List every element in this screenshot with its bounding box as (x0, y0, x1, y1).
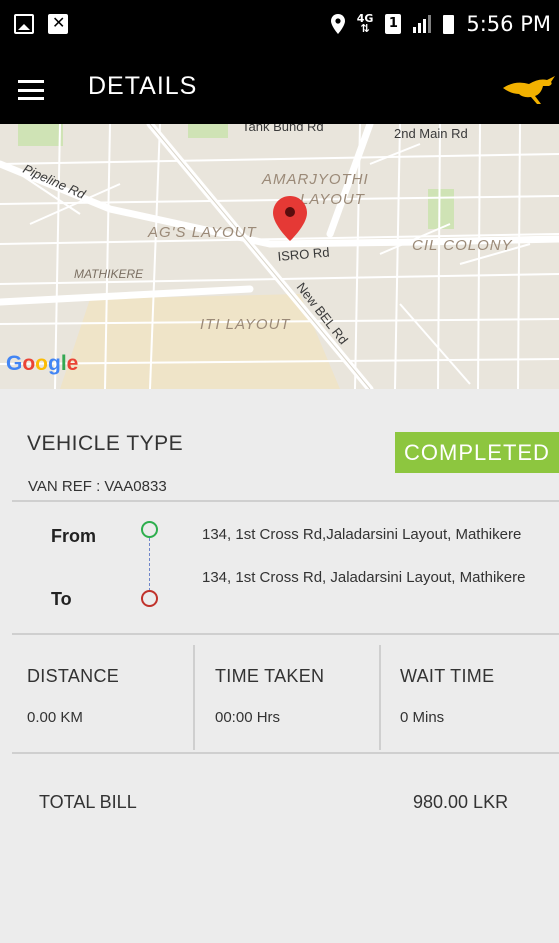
sim-icon: 1 (385, 14, 402, 34)
hamburger-menu-icon[interactable] (18, 80, 44, 100)
map-label: AG'S LAYOUT (147, 224, 257, 241)
status-bar: 4G⇅ 1 5:56 PM (0, 0, 559, 58)
map-label: MATHIKERE (74, 267, 144, 281)
gallery-notification-icon (14, 14, 34, 34)
map-park (18, 124, 63, 146)
to-label: To (51, 589, 72, 609)
status-badge: COMPLETED (395, 432, 559, 473)
to-address: 134, 1st Cross Rd, Jaladarsini Layout, M… (202, 569, 526, 586)
signal-strength-icon (413, 15, 432, 33)
map-label: ITI LAYOUT (200, 316, 291, 333)
divider (12, 500, 559, 502)
stat-separator (379, 645, 381, 750)
time-taken-value: 00:00 Hrs (215, 709, 281, 726)
kangaroo-logo-icon (503, 76, 555, 104)
vehicle-type-label: VEHICLE TYPE (27, 432, 184, 455)
stat-separator (193, 645, 195, 750)
status-time: 5:56 PM (466, 12, 551, 36)
time-taken-label: TIME TAKEN (215, 666, 325, 686)
divider (12, 633, 559, 635)
route-line (149, 538, 150, 591)
app-bar: DETAILS (0, 58, 559, 124)
location-icon (330, 14, 345, 34)
map-area-iti (60, 294, 340, 389)
map-park (188, 124, 228, 138)
van-ref: VAN REF : VAA0833 (28, 478, 167, 495)
map-label: AMARJYOTHI (261, 171, 369, 188)
wait-time-value: 0 Mins (400, 709, 445, 726)
pickup-circle-icon (141, 521, 158, 538)
from-address: 134, 1st Cross Rd,Jaladarsini Layout, Ma… (202, 526, 522, 543)
from-label: From (51, 526, 96, 546)
distance-value: 0.00 KM (27, 709, 83, 726)
map-canvas: Tank Bund Rd 2nd Main Rd AMARJYOTHI LAYO… (0, 124, 559, 389)
map-view[interactable]: Tank Bund Rd 2nd Main Rd AMARJYOTHI LAYO… (0, 124, 559, 389)
map-label: CIL COLONY (412, 237, 513, 254)
google-logo: Google (6, 352, 78, 375)
map-label: 2nd Main Rd (394, 126, 468, 141)
page-title: DETAILS (88, 72, 198, 100)
total-bill-value: 980.00 LKR (413, 792, 509, 812)
wait-time-label: WAIT TIME (400, 666, 495, 686)
map-park (428, 189, 454, 229)
total-bill-label: TOTAL BILL (39, 792, 137, 812)
map-label: Tank Bund Rd (242, 124, 324, 134)
distance-label: DISTANCE (27, 666, 120, 686)
divider (12, 752, 559, 754)
mail-notification-icon (48, 13, 68, 34)
map-label: LAYOUT (300, 191, 366, 208)
trip-details-card: VEHICLE TYPE COMPLETED VAN REF : VAA0833… (0, 389, 559, 943)
dropoff-circle-icon (141, 590, 158, 607)
battery-icon (443, 14, 455, 34)
network-type-indicator: 4G ⇅ (356, 12, 374, 35)
